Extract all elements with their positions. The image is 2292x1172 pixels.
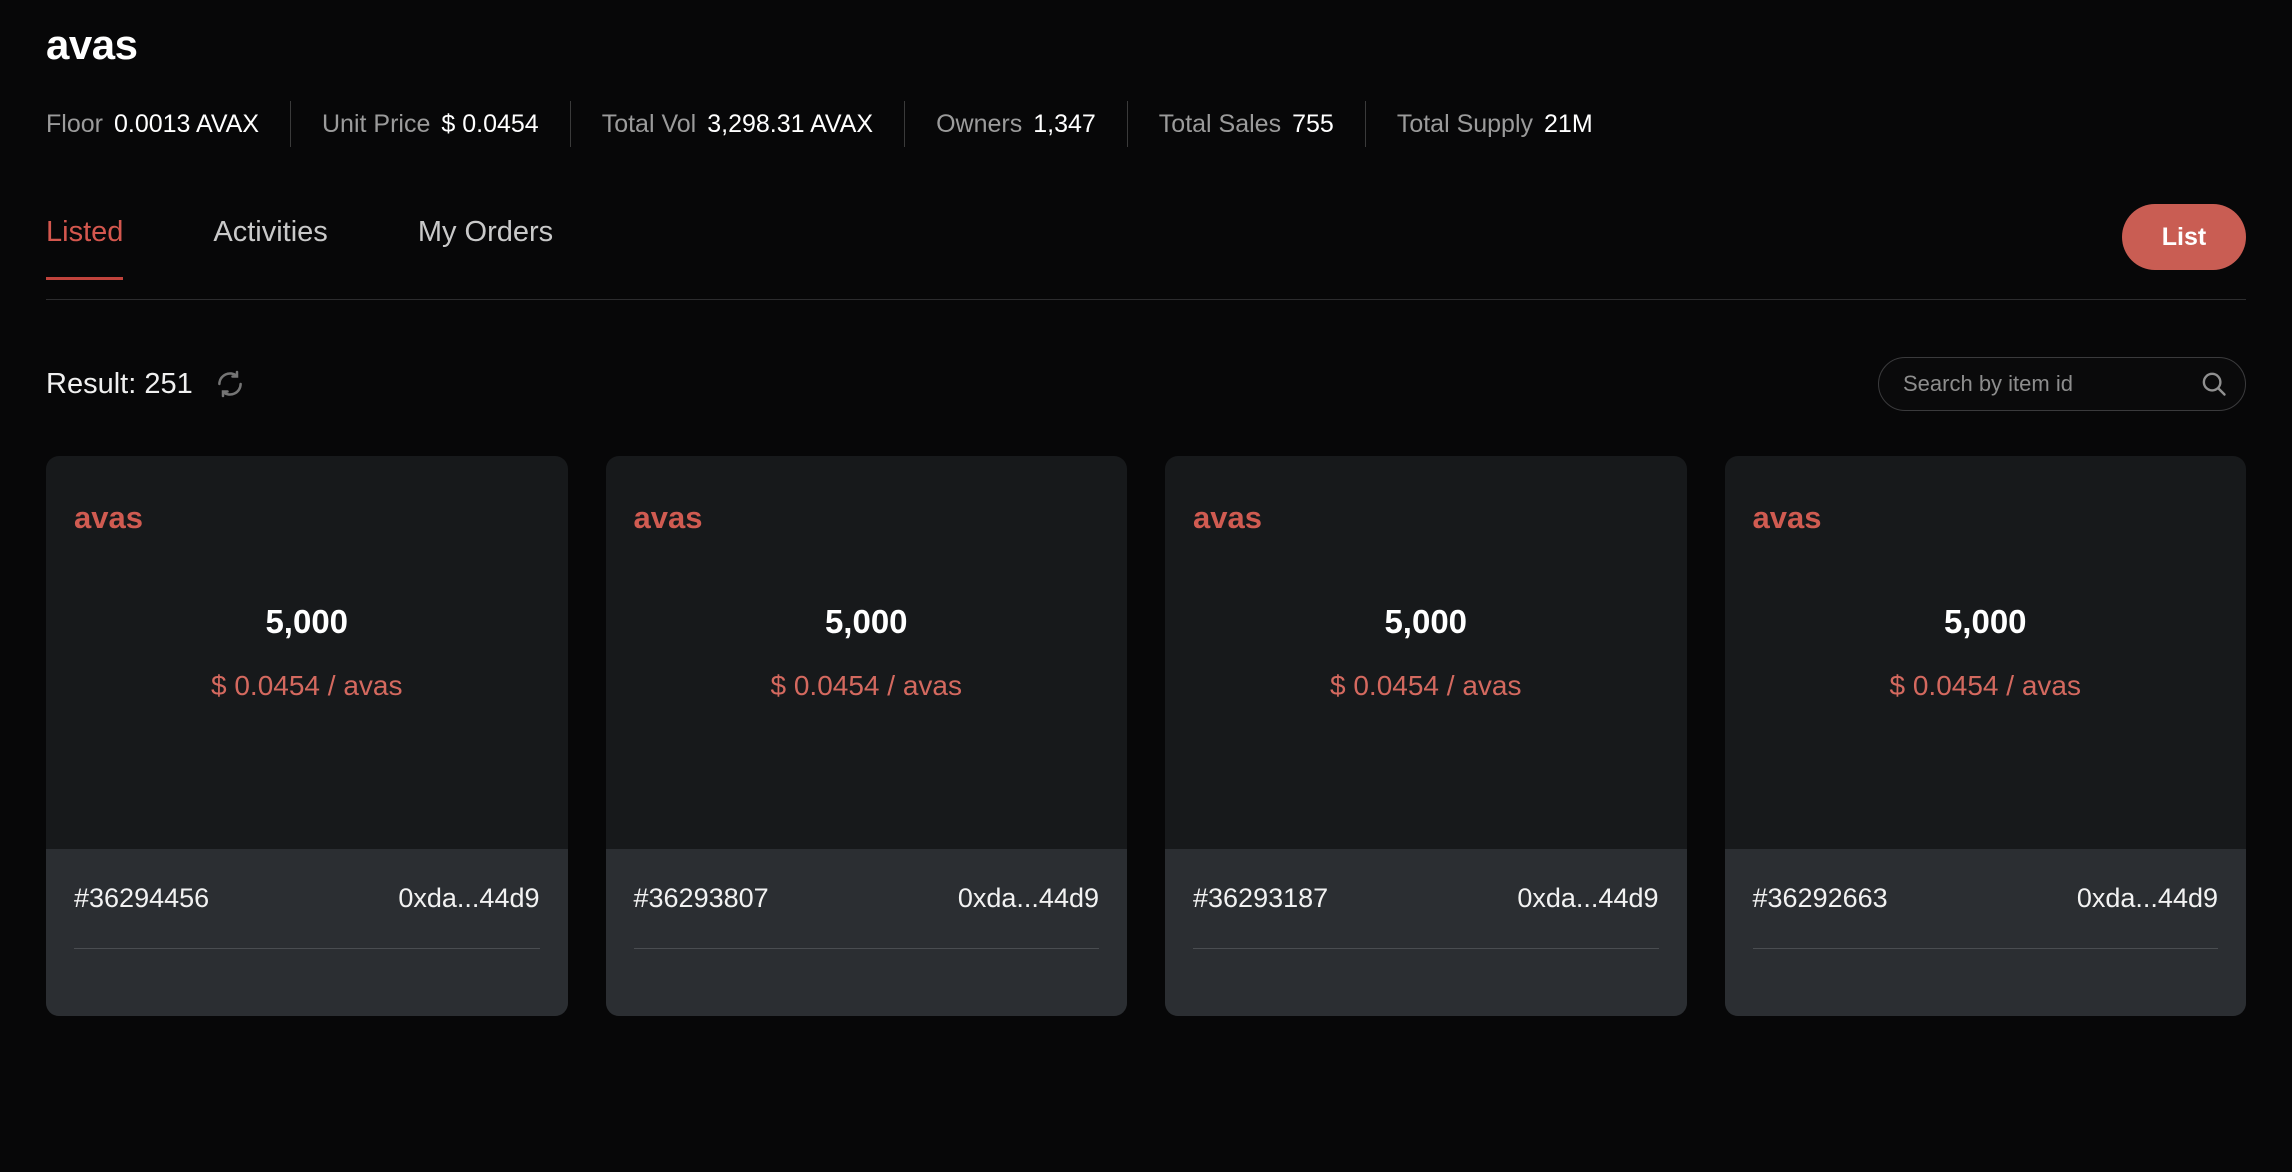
card-footer-row: #36293807 0xda...44d9: [634, 883, 1100, 914]
card-body: avas 5,000 $ 0.0454 / avas: [46, 456, 568, 849]
card-amount: 5,000: [46, 605, 568, 638]
card-amount: 5,000: [606, 605, 1128, 638]
card-owner-address[interactable]: 0xda...44d9: [958, 883, 1099, 914]
card-item-id[interactable]: #36292663: [1753, 883, 1888, 914]
stat-separator: [570, 101, 571, 147]
card-owner-address[interactable]: 0xda...44d9: [2077, 883, 2218, 914]
stat-value: 1,347: [1033, 110, 1096, 139]
stat-separator: [904, 101, 905, 147]
refresh-icon[interactable]: [215, 369, 245, 399]
stat-item: Total Supply 21M: [1397, 110, 1593, 139]
card-owner-address[interactable]: 0xda...44d9: [1517, 883, 1658, 914]
card-symbol: avas: [46, 502, 568, 533]
card-unit-price: $ 0.0454 / avas: [1725, 672, 2247, 700]
stat-label: Floor: [46, 110, 103, 139]
stat-value: 21M: [1544, 110, 1593, 139]
card-divider: [1753, 948, 2219, 949]
stat-label: Total Sales: [1159, 110, 1281, 139]
card-symbol: avas: [606, 502, 1128, 533]
card-footer: #36294456 0xda...44d9: [46, 849, 568, 1016]
search-icon[interactable]: [2199, 369, 2229, 399]
stat-label: Total Supply: [1397, 110, 1533, 139]
stat-label: Unit Price: [322, 110, 430, 139]
collection-stats: Floor 0.0013 AVAX Unit Price $ 0.0454 Total …: [46, 100, 2246, 148]
stat-item: Total Vol 3,298.31 AVAX: [602, 110, 873, 139]
stat-value: 755: [1292, 110, 1334, 139]
stat-label: Total Vol: [602, 110, 697, 139]
card-body: avas 5,000 $ 0.0454 / avas: [1165, 456, 1687, 849]
stat-item: Total Sales 755: [1159, 110, 1334, 139]
listing-card[interactable]: avas 5,000 $ 0.0454 / avas #36293187 0xda...…: [1165, 456, 1687, 1016]
search-box[interactable]: [1878, 357, 2246, 411]
card-footer-row: #36293187 0xda...44d9: [1193, 883, 1659, 914]
card-symbol: avas: [1725, 502, 2247, 533]
stat-item: Floor 0.0013 AVAX: [46, 110, 259, 139]
card-divider: [634, 948, 1100, 949]
card-body: avas 5,000 $ 0.0454 / avas: [1725, 456, 2247, 849]
stat-separator: [1365, 101, 1366, 147]
card-unit-price: $ 0.0454 / avas: [46, 672, 568, 700]
stat-value: 3,298.31 AVAX: [707, 110, 873, 139]
stat-separator: [290, 101, 291, 147]
search-input[interactable]: [1903, 371, 2199, 397]
stat-label: Owners: [936, 110, 1022, 139]
card-unit-price: $ 0.0454 / avas: [606, 672, 1128, 700]
stat-value: 0.0013 AVAX: [114, 110, 259, 139]
listing-grid: avas 5,000 $ 0.0454 / avas #36294456 0xda...…: [46, 456, 2246, 1016]
card-footer-row: #36292663 0xda...44d9: [1753, 883, 2219, 914]
list-button[interactable]: List: [2122, 204, 2246, 270]
card-item-id[interactable]: #36294456: [74, 883, 209, 914]
card-footer-row: #36294456 0xda...44d9: [74, 883, 540, 914]
stat-item: Owners 1,347: [936, 110, 1096, 139]
tab-listed[interactable]: Listed: [46, 216, 123, 279]
listing-card[interactable]: avas 5,000 $ 0.0454 / avas #36292663 0xda...…: [1725, 456, 2247, 1016]
card-divider: [1193, 948, 1659, 949]
stat-separator: [1127, 101, 1128, 147]
card-amount: 5,000: [1725, 605, 2247, 638]
tab-bar: ListedActivitiesMy OrdersList: [46, 216, 2246, 300]
stat-item: Unit Price $ 0.0454: [322, 110, 539, 139]
card-unit-price: $ 0.0454 / avas: [1165, 672, 1687, 700]
result-toolbar: Result: 251: [46, 356, 2246, 412]
card-divider: [74, 948, 540, 949]
tab-activities[interactable]: Activities: [213, 216, 327, 279]
listing-card[interactable]: avas 5,000 $ 0.0454 / avas #36293807 0xda...…: [606, 456, 1128, 1016]
result-count: Result: 251: [46, 368, 193, 401]
listing-card[interactable]: avas 5,000 $ 0.0454 / avas #36294456 0xda...…: [46, 456, 568, 1016]
result-group: Result: 251: [46, 368, 245, 401]
card-footer: #36293187 0xda...44d9: [1165, 849, 1687, 1016]
card-item-id[interactable]: #36293807: [634, 883, 769, 914]
card-body: avas 5,000 $ 0.0454 / avas: [606, 456, 1128, 849]
card-symbol: avas: [1165, 502, 1687, 533]
stat-value: $ 0.0454: [441, 110, 538, 139]
tab-my-orders[interactable]: My Orders: [418, 216, 553, 279]
card-owner-address[interactable]: 0xda...44d9: [398, 883, 539, 914]
card-item-id[interactable]: #36293187: [1193, 883, 1328, 914]
card-footer: #36293807 0xda...44d9: [606, 849, 1128, 1016]
card-footer: #36292663 0xda...44d9: [1725, 849, 2247, 1016]
collection-page: avas Floor 0.0013 AVAX Unit Price $ 0.0454 T…: [0, 0, 2292, 1172]
page-title: avas: [46, 0, 2246, 68]
card-amount: 5,000: [1165, 605, 1687, 638]
